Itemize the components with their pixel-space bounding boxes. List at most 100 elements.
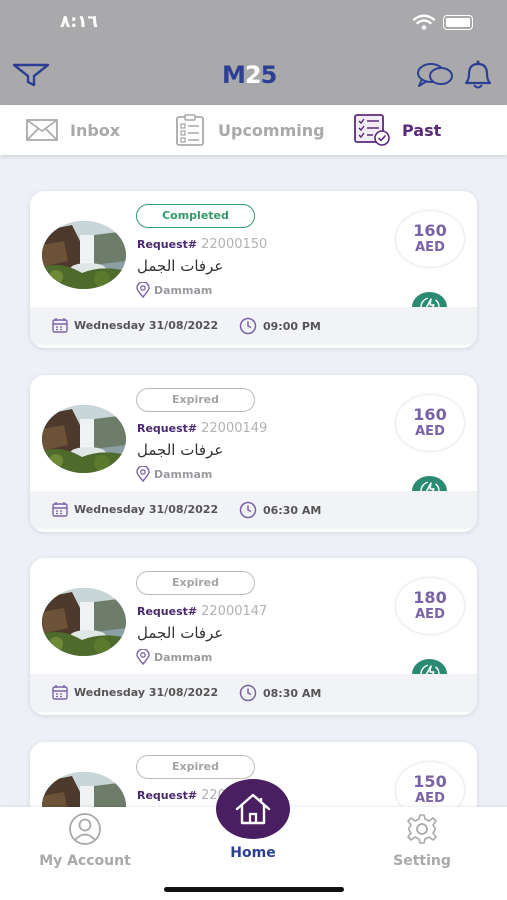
- app-logo: M25: [222, 61, 277, 89]
- clock-icon: [239, 501, 257, 519]
- calendar-icon: [52, 502, 68, 517]
- home-indicator: [164, 887, 344, 892]
- status-badge: Expired: [136, 755, 255, 779]
- price-amount: 160: [413, 221, 447, 240]
- price-bubble: 160 AED: [396, 395, 464, 451]
- request-location: Dammam: [136, 649, 212, 665]
- waterfall-photo: [42, 221, 126, 289]
- price-amount: 150: [413, 772, 447, 791]
- time-text: 06:30 AM: [263, 503, 322, 517]
- request-photo: [42, 405, 126, 473]
- time-text: 09:00 PM: [263, 319, 321, 333]
- bell-icon[interactable]: [461, 59, 495, 91]
- price-bubble: 180 AED: [396, 578, 464, 634]
- tab-past[interactable]: Past: [354, 105, 441, 155]
- clock-icon: [239, 684, 257, 702]
- request-footer: Wednesday 31/08/2022 08:30 AM: [30, 674, 477, 712]
- request-number-value: 22000149: [201, 421, 268, 436]
- location-text: Dammam: [154, 467, 213, 481]
- request-date: Wednesday 31/08/2022: [52, 317, 218, 333]
- tab-bar: Inbox Upcomming Past: [0, 105, 507, 155]
- nav-setting-label: Setting: [393, 853, 451, 869]
- home-button[interactable]: [216, 779, 290, 839]
- request-card[interactable]: Completed Request# 22000150 عرفات الجمل D…: [30, 191, 477, 348]
- request-date: Wednesday 31/08/2022: [52, 501, 218, 517]
- nav-my-account-label: My Account: [39, 853, 131, 869]
- wifi-icon: [413, 14, 435, 30]
- filter-icon[interactable]: [12, 62, 50, 88]
- price-currency: AED: [415, 240, 445, 255]
- price-amount: 180: [413, 588, 447, 607]
- account-icon: [69, 813, 101, 845]
- status-badge: Expired: [136, 571, 255, 595]
- request-list: Completed Request# 22000150 عرفات الجمل D…: [0, 155, 507, 807]
- clock-icon: [239, 317, 257, 335]
- request-number: Request# 22000147: [137, 604, 267, 619]
- app-header: M25: [0, 50, 507, 105]
- request-number-value: 22000147: [201, 604, 268, 619]
- tab-upcoming-label: Upcomming: [218, 120, 325, 140]
- price-currency: AED: [415, 791, 445, 806]
- price-amount: 160: [413, 405, 447, 424]
- envelope-icon: [26, 119, 58, 141]
- request-location: Dammam: [136, 282, 212, 298]
- status-badge: Completed: [136, 204, 255, 228]
- tab-past-label: Past: [402, 120, 442, 140]
- gear-icon: [407, 814, 437, 844]
- nav-home[interactable]: Home: [183, 779, 323, 861]
- tab-inbox[interactable]: Inbox: [26, 105, 120, 155]
- request-number-label: Request#: [137, 605, 198, 618]
- request-title: عرفات الجمل: [137, 624, 224, 642]
- date-text: Wednesday 31/08/2022: [74, 502, 219, 516]
- date-text: Wednesday 31/08/2022: [74, 318, 219, 332]
- battery-icon: [443, 15, 473, 30]
- request-time: 09:00 PM: [239, 317, 321, 335]
- price-currency: AED: [415, 424, 445, 439]
- status-bar: ٨:١٦: [0, 0, 507, 50]
- calendar-icon: [52, 318, 68, 333]
- request-photo: [42, 772, 126, 807]
- request-photo: [42, 588, 126, 656]
- request-title: عرفات الجمل: [137, 257, 224, 275]
- request-title: عرفات الجمل: [137, 441, 224, 459]
- request-location: Dammam: [136, 466, 212, 482]
- request-photo: [42, 221, 126, 289]
- clipboard-icon: [176, 114, 204, 146]
- request-number-label: Request#: [137, 422, 198, 435]
- price-bubble: 160 AED: [396, 211, 464, 267]
- price-bubble: 150 AED: [396, 762, 464, 807]
- request-time: 08:30 AM: [239, 684, 321, 702]
- request-number: Request# 22000150: [137, 237, 267, 252]
- location-text: Dammam: [154, 650, 213, 664]
- request-number: Request# 22000149: [137, 421, 267, 436]
- home-icon: [235, 793, 271, 825]
- request-date: Wednesday 31/08/2022: [52, 684, 218, 700]
- chat-icon[interactable]: [416, 61, 454, 91]
- status-badge: Expired: [136, 388, 255, 412]
- request-number-value: 22000150: [201, 237, 268, 252]
- waterfall-photo: [42, 405, 126, 473]
- tab-upcoming[interactable]: Upcomming: [174, 105, 325, 155]
- request-number-label: Request#: [137, 238, 198, 251]
- location-text: Dammam: [154, 283, 213, 297]
- location-pin-icon: [136, 649, 150, 665]
- price-currency: AED: [415, 607, 445, 622]
- time-text: 08:30 AM: [263, 686, 322, 700]
- request-footer: Wednesday 31/08/2022 06:30 AM: [30, 491, 477, 529]
- waterfall-photo: [42, 588, 126, 656]
- location-pin-icon: [136, 466, 150, 482]
- request-footer: Wednesday 31/08/2022 09:00 PM: [30, 307, 477, 345]
- nav-home-label: Home: [230, 845, 276, 861]
- nav-my-account[interactable]: My Account: [15, 807, 155, 869]
- checklist-icon: [354, 114, 390, 146]
- tab-inbox-label: Inbox: [70, 120, 121, 140]
- status-time: ٨:١٦: [60, 12, 98, 32]
- calendar-icon: [52, 685, 68, 700]
- request-card[interactable]: Expired Request# 22000149 عرفات الجمل Dam…: [30, 375, 477, 532]
- waterfall-photo: [42, 772, 126, 807]
- request-card[interactable]: Expired Request# 22000147 عرفات الجمل Dam…: [30, 558, 477, 715]
- request-time: 06:30 AM: [239, 501, 321, 519]
- date-text: Wednesday 31/08/2022: [74, 685, 219, 699]
- nav-setting[interactable]: Setting: [352, 807, 492, 869]
- location-pin-icon: [136, 282, 150, 298]
